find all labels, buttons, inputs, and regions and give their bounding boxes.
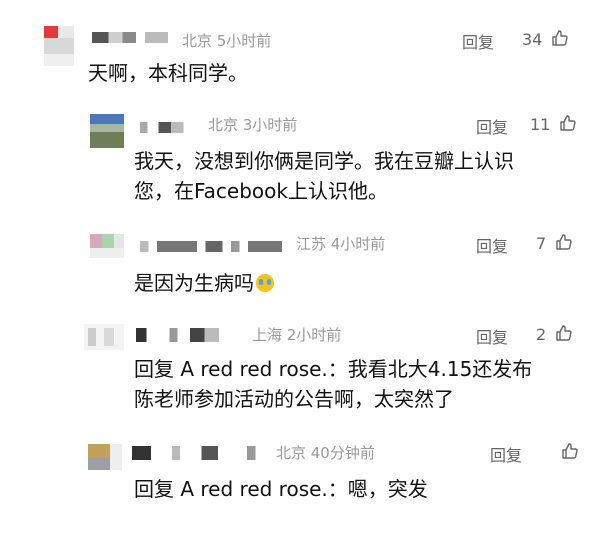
thumbs-up-icon — [556, 234, 572, 250]
like-button[interactable]: 2 — [536, 324, 573, 344]
username-redacted[interactable] — [92, 32, 168, 43]
like-count: 2 — [536, 325, 547, 344]
like-count: 11 — [530, 115, 551, 134]
location-time: 上海 2小时前 — [252, 326, 342, 344]
like-count: 34 — [522, 30, 543, 49]
avatar[interactable] — [84, 440, 124, 474]
thumbs-up-icon — [562, 443, 578, 459]
reply-item: 江苏 4小时前 回复 7 是因为生病吗 — [0, 218, 600, 312]
comment-text: 是因为生病吗 — [134, 268, 584, 298]
avatar[interactable] — [40, 24, 76, 68]
comment-text: 天啊，本科同学。 — [88, 61, 248, 85]
reply-button[interactable]: 回复 — [476, 114, 508, 138]
reply-item: 北京 40分钟前 回复 回复 A red red rose.：嗯，突发 — [0, 430, 600, 538]
reply-button[interactable]: 回复 — [462, 29, 494, 53]
username-redacted[interactable] — [132, 446, 266, 460]
location-time: 江苏 4小时前 — [296, 235, 386, 253]
location-time: 北京 40分钟前 — [276, 444, 375, 462]
thumbs-up-icon — [552, 30, 569, 46]
thumbs-up-icon — [560, 115, 577, 131]
location-time: 北京 5小时前 — [182, 32, 272, 50]
reply-button[interactable]: 回复 — [490, 442, 522, 466]
username-redacted[interactable] — [136, 328, 240, 342]
username-redacted[interactable] — [140, 122, 202, 133]
reply-button[interactable]: 回复 — [476, 324, 508, 348]
avatar[interactable] — [84, 322, 124, 356]
avatar[interactable] — [90, 230, 124, 264]
like-button[interactable] — [552, 442, 579, 462]
comment-text: 回复 A red red rose.：我看北大4.15还发布 陈老师参加活动的公… — [134, 357, 533, 411]
avatar[interactable] — [90, 114, 124, 148]
thumbs-up-icon — [556, 325, 572, 341]
crying-face-icon — [256, 274, 274, 292]
like-button[interactable]: 11 — [530, 114, 577, 134]
comment-text: 我天，没想到你俩是同学。我在豆瓣上认识 您，在Facebook上认识他。 — [134, 149, 514, 203]
username-redacted[interactable] — [140, 241, 282, 252]
reply-button[interactable]: 回复 — [476, 233, 508, 257]
reply-item: 北京 3小时前 回复 11 我天，没想到你俩是同学。我在豆瓣上认识 您，在Fac… — [0, 100, 600, 218]
like-button[interactable]: 34 — [522, 29, 569, 49]
like-count: 7 — [536, 234, 547, 253]
like-button[interactable]: 7 — [536, 233, 573, 253]
reply-item: 上海 2小时前 回复 2 回复 A red red rose.：我看北大4.15… — [0, 312, 600, 430]
comment-item: 北京 5小时前 回复 34 天啊，本科同学。 — [0, 0, 600, 100]
comment-text: 回复 A red red rose.：嗯，突发 — [134, 477, 428, 501]
location-time: 北京 3小时前 — [208, 116, 298, 134]
